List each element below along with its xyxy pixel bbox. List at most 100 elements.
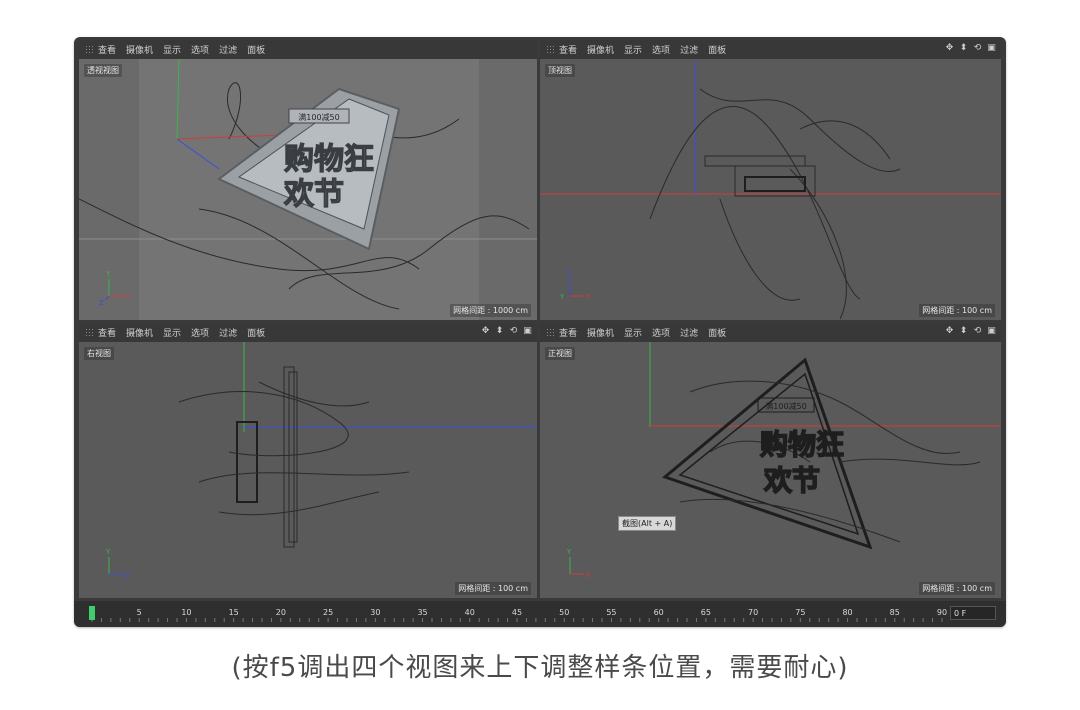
rotate-icon[interactable]: ⟲ [972, 43, 983, 54]
viewport-nav: ✥ ⬍ ⟲ ▣ [944, 43, 997, 54]
menu-view[interactable]: 查看 [559, 326, 577, 339]
viewport-menubar: 查看 摄像机 显示 选项 过滤 面板 [79, 40, 537, 59]
viewport-label: 右视图 [84, 347, 114, 360]
front-logo-line1: 购物狂 [760, 428, 844, 461]
axis-gizmo: Y Z [105, 548, 130, 579]
persp-badge-text: 满100减50 [298, 112, 339, 122]
maximize-icon[interactable]: ▣ [986, 43, 997, 54]
caption: (按f5调出四个视图来上下调整样条位置，需要耐心) [231, 653, 849, 683]
menu-filter[interactable]: 过滤 [219, 43, 237, 56]
menu-options[interactable]: 选项 [652, 43, 670, 56]
viewport-label: 顶视图 [545, 64, 575, 77]
grid-spacing: 网格间距 : 100 cm [455, 582, 531, 595]
menu-display[interactable]: 显示 [624, 326, 642, 339]
top-viewport[interactable]: 查看 摄像机 显示 选项 过滤 面板 ✥ ⬍ ⟲ ▣ Z X Y 顶视图 网格间… [540, 40, 1001, 320]
svg-text:Y: Y [559, 293, 565, 301]
viewport-menubar: 查看 摄像机 显示 选项 过滤 面板 ✥ ⬍ ⟲ ▣ [79, 323, 537, 342]
menu-display[interactable]: 显示 [163, 43, 181, 56]
grid-spacing: 网格间距 : 1000 cm [450, 304, 531, 317]
screenshot-tooltip: 截图(Alt + A) [618, 516, 677, 531]
timeline-tick-label: 85 [890, 608, 900, 617]
maximize-icon[interactable]: ▣ [986, 326, 997, 337]
timeline-playhead[interactable] [89, 606, 95, 620]
zoom-icon[interactable]: ⬍ [958, 43, 969, 54]
front-logo-line2: 欢节 [763, 464, 820, 497]
menu-camera[interactable]: 摄像机 [126, 43, 153, 56]
menu-display[interactable]: 显示 [163, 326, 181, 339]
svg-text:Y: Y [105, 548, 111, 556]
menu-view[interactable]: 查看 [559, 43, 577, 56]
svg-text:Y: Y [566, 548, 572, 556]
maximize-icon[interactable]: ▣ [522, 326, 533, 337]
drag-grip-icon[interactable] [85, 45, 93, 54]
menu-options[interactable]: 选项 [191, 43, 209, 56]
menu-view[interactable]: 查看 [98, 43, 116, 56]
timeline[interactable]: 051015202530354045505560657075808590 0 F [74, 601, 1006, 627]
right-scene: Y Z [105, 342, 537, 579]
menu-panel[interactable]: 面板 [247, 326, 265, 339]
menu-camera[interactable]: 摄像机 [587, 43, 614, 56]
move-icon[interactable]: ✥ [944, 43, 955, 54]
zoom-icon[interactable]: ⬍ [958, 326, 969, 337]
perspective-scene: 满100减50 购物狂 欢节 Y X Z [79, 59, 537, 320]
current-frame-field[interactable]: 0 F [950, 606, 996, 620]
menu-options[interactable]: 选项 [652, 326, 670, 339]
axis-gizmo: Y X [566, 548, 591, 579]
front-viewport[interactable]: 查看 摄像机 显示 选项 过滤 面板 ✥ ⬍ ⟲ ▣ 满100减50 购物狂 欢… [540, 323, 1001, 598]
timeline-ruler[interactable]: 051015202530354045505560657075808590 [86, 604, 950, 624]
menu-panel[interactable]: 面板 [708, 43, 726, 56]
timeline-tick-label: 50 [559, 608, 569, 617]
persp-logo-line2: 欢节 [283, 177, 344, 212]
top-scene: Z X Y [540, 59, 1001, 320]
svg-text:X: X [586, 571, 591, 579]
move-icon[interactable]: ✥ [944, 326, 955, 337]
drag-grip-icon[interactable] [85, 328, 93, 337]
viewport-menubar: 查看 摄像机 显示 选项 过滤 面板 ✥ ⬍ ⟲ ▣ [540, 323, 1001, 342]
menu-display[interactable]: 显示 [624, 43, 642, 56]
viewport-nav: ✥ ⬍ ⟲ ▣ [480, 326, 533, 337]
menu-options[interactable]: 选项 [191, 326, 209, 339]
timeline-tick-label: 80 [842, 608, 852, 617]
timeline-tick-label: 75 [795, 608, 805, 617]
menu-panel[interactable]: 面板 [708, 326, 726, 339]
menu-camera[interactable]: 摄像机 [126, 326, 153, 339]
zoom-icon[interactable]: ⬍ [494, 326, 505, 337]
svg-text:Z: Z [99, 299, 104, 307]
front-badge-text: 满100减50 [765, 401, 806, 411]
menu-view[interactable]: 查看 [98, 326, 116, 339]
timeline-tick-label: 10 [181, 608, 191, 617]
menu-panel[interactable]: 面板 [247, 43, 265, 56]
move-icon[interactable]: ✥ [480, 326, 491, 337]
right-viewport[interactable]: 查看 摄像机 显示 选项 过滤 面板 ✥ ⬍ ⟲ ▣ Y Z 右视图 网格间距 … [79, 323, 537, 598]
drag-grip-icon[interactable] [546, 45, 554, 54]
viewport-label: 正视图 [545, 347, 575, 360]
rotate-icon[interactable]: ⟲ [508, 326, 519, 337]
timeline-tick-label: 60 [654, 608, 664, 617]
viewport-menubar: 查看 摄像机 显示 选项 过滤 面板 ✥ ⬍ ⟲ ▣ [540, 40, 1001, 59]
menu-filter[interactable]: 过滤 [219, 326, 237, 339]
timeline-tick-label: 15 [229, 608, 239, 617]
perspective-viewport[interactable]: 查看 摄像机 显示 选项 过滤 面板 满100减50 购物狂 欢节 Y X Z … [79, 40, 537, 320]
timeline-tick-label: 25 [323, 608, 333, 617]
drag-grip-icon[interactable] [546, 328, 554, 337]
rotate-icon[interactable]: ⟲ [972, 326, 983, 337]
svg-text:X: X [586, 293, 591, 301]
menu-filter[interactable]: 过滤 [680, 326, 698, 339]
menu-filter[interactable]: 过滤 [680, 43, 698, 56]
timeline-tick-label: 5 [137, 608, 142, 617]
timeline-tick-label: 45 [512, 608, 522, 617]
svg-text:Z: Z [125, 571, 130, 579]
timeline-tick-label: 70 [748, 608, 758, 617]
timeline-tick-label: 65 [701, 608, 711, 617]
timeline-tick-label: 40 [465, 608, 475, 617]
viewport-nav: ✥ ⬍ ⟲ ▣ [944, 326, 997, 337]
timeline-tick-label: 90 [937, 608, 947, 617]
timeline-tick-label: 55 [606, 608, 616, 617]
cinema4d-window: 查看 摄像机 显示 选项 过滤 面板 满100减50 购物狂 欢节 Y X Z … [74, 37, 1006, 627]
grid-spacing: 网格间距 : 100 cm [919, 304, 995, 317]
axis-gizmo: Z X Y [559, 270, 591, 301]
viewport-label: 透视视图 [84, 64, 122, 77]
timeline-tick-label: 20 [276, 608, 286, 617]
svg-text:Z: Z [567, 270, 572, 278]
menu-camera[interactable]: 摄像机 [587, 326, 614, 339]
